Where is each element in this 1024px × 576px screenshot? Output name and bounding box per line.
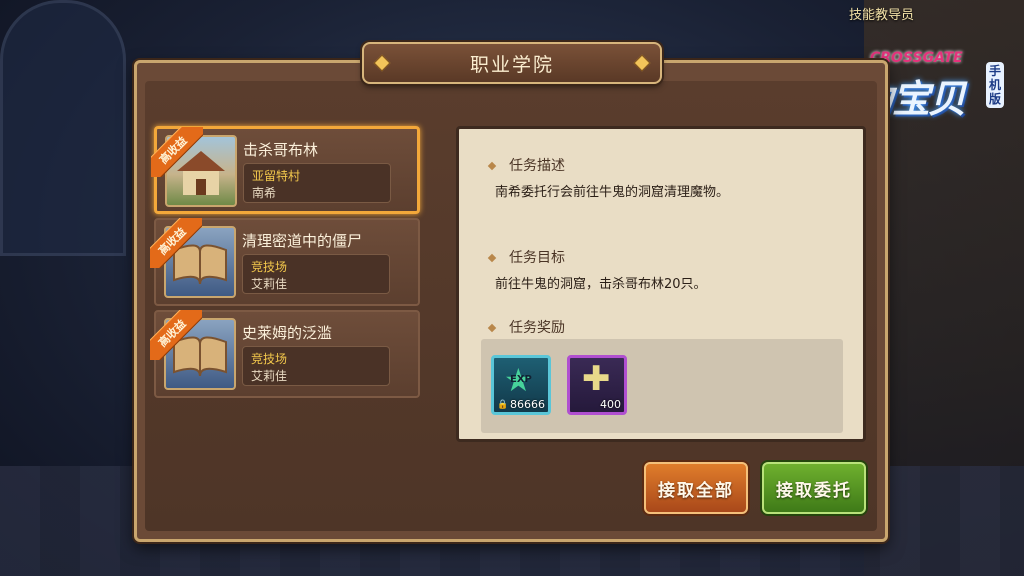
quest-location-box: 竞技场 艾莉佳	[242, 346, 390, 386]
quest-location-box: 亚留特村 南希	[243, 163, 391, 203]
item-reward[interactable]: ✚ 400	[567, 355, 627, 415]
high-reward-badge: 高收益	[150, 310, 202, 360]
quest-name: 击杀哥布林	[243, 141, 319, 159]
accept-quest-button[interactable]: 接取委托	[762, 462, 866, 514]
diamond-bullet-icon	[487, 253, 497, 263]
quest-detail-panel: 任务描述 南希委托行会前往牛鬼的洞窟清理魔物。 任务目标 前往牛鬼的洞窟，击杀哥…	[456, 126, 866, 442]
background-window	[0, 0, 126, 256]
quest-npc: 艾莉佳	[251, 369, 288, 383]
objective-text: 前往牛鬼的洞窟，击杀哥布林20只。	[495, 277, 707, 292]
reward-quantity: 400	[600, 398, 621, 411]
quest-item-slime[interactable]: 高收益 史莱姆的泛滥 竞技场 艾莉佳	[150, 310, 420, 398]
quest-location: 亚留特村	[252, 169, 301, 183]
npc-name-label: 技能教导员	[848, 8, 914, 23]
quest-location-box: 竞技场 艾莉佳	[242, 254, 390, 294]
title-plate: 职业学院	[362, 42, 662, 84]
exp-reward[interactable]: ★ EXP 🔒 86666	[491, 355, 551, 415]
quest-item-goblin[interactable]: 高收益 击杀哥布林 亚留特村 南希	[151, 126, 420, 214]
diamond-bullet-icon	[487, 323, 497, 333]
logo-edition: 手机版	[986, 62, 1004, 108]
reward-box: ★ EXP 🔒 86666 ✚ 400	[481, 339, 843, 433]
description-heading: 任务描述	[487, 155, 565, 175]
objective-heading: 任务目标	[487, 247, 565, 267]
exp-label: EXP	[510, 374, 532, 385]
lock-icon: 🔒	[497, 400, 509, 410]
quest-npc: 艾莉佳	[251, 277, 288, 291]
gem-icon	[373, 54, 391, 72]
high-reward-badge: 高收益	[151, 127, 203, 177]
quest-name: 清理密道中的僵尸	[242, 232, 363, 250]
panel-title: 职业学院	[469, 53, 554, 76]
reward-heading: 任务奖励	[487, 317, 565, 337]
quest-name: 史莱姆的泛滥	[242, 324, 333, 342]
gem-icon	[633, 54, 651, 72]
cross-item-icon: ✚	[582, 359, 611, 399]
diamond-bullet-icon	[487, 161, 497, 171]
accept-all-button[interactable]: 接取全部	[644, 462, 748, 514]
quest-location: 竞技场	[251, 260, 288, 274]
quest-npc: 南希	[252, 186, 277, 200]
reward-quantity: 86666	[510, 398, 545, 411]
description-text: 南希委托行会前往牛鬼的洞窟清理魔物。	[495, 185, 730, 200]
quest-item-zombies[interactable]: 高收益 清理密道中的僵尸 竞技场 艾莉佳	[150, 218, 420, 306]
high-reward-badge: 高收益	[150, 218, 202, 268]
quest-location: 竞技场	[251, 352, 288, 366]
